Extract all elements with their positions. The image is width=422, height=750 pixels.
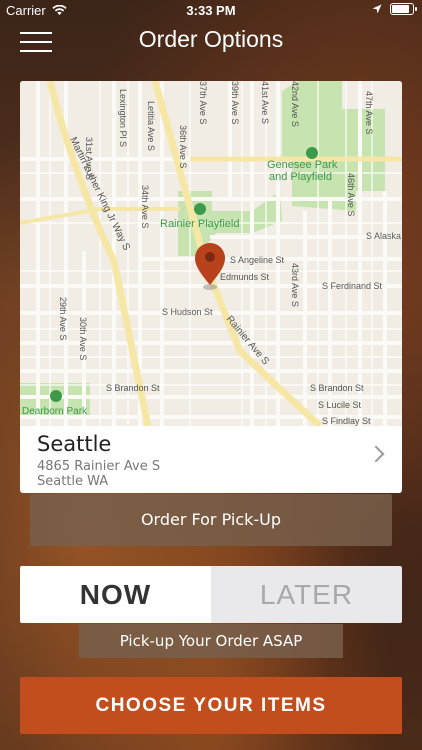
- map-label-lucile: S Lucile St: [318, 400, 362, 410]
- map-label-brandon-w: S Brandon St: [106, 383, 160, 393]
- page-title: Order Options: [138, 26, 284, 52]
- map-label-brandon-e: S Brandon St: [310, 383, 364, 393]
- map-label-43rd: 43rd Ave S: [290, 263, 300, 307]
- time-toggle: NOW LATER: [20, 566, 402, 623]
- map-label-genesee: Genesee Park: [267, 159, 338, 171]
- map-label-31st: 31st Ave S: [84, 137, 94, 180]
- chevron-right-icon[interactable]: [367, 445, 385, 463]
- map-label-rainier-playfield: Rainier Playfield: [160, 218, 239, 230]
- map-view[interactable]: Genesee Park and Playfield Rainier Playf…: [20, 81, 402, 426]
- map-label-37th: 37th Ave S: [198, 81, 208, 124]
- location-address-line2: Seattle WA: [37, 474, 109, 489]
- map-label-34th: 34th Ave S: [140, 185, 150, 228]
- asap-note: Pick-up Your Order ASAP: [79, 624, 343, 658]
- map-label-46th: 46th Ave S: [346, 173, 356, 216]
- order-type-button[interactable]: Order For Pick-Up: [30, 494, 392, 546]
- map-label-genesee2: and Playfield: [269, 171, 332, 183]
- location-city: Seattle: [37, 432, 112, 456]
- map-label-29th: 29th Ave S: [58, 297, 68, 340]
- map-label-lexington: Lexington Pl S: [118, 89, 128, 147]
- map-canvas: Genesee Park and Playfield Rainier Playf…: [20, 81, 402, 426]
- location-row[interactable]: Seattle 4865 Rainier Ave S Seattle WA: [20, 426, 402, 493]
- status-right-group: [372, 3, 417, 15]
- map-label-36th: 36th Ave S: [178, 125, 188, 168]
- map-label-dearborn: Dearborn Park: [22, 406, 88, 417]
- map-label-alaska: S Alaska: [366, 231, 401, 241]
- nav-bar: Order Options: [0, 22, 422, 62]
- toggle-later[interactable]: LATER: [211, 566, 402, 623]
- choose-items-button[interactable]: CHOOSE YOUR ITEMS: [20, 677, 402, 734]
- map-label-47th: 47th Ave S: [364, 91, 374, 134]
- map-label-41st: 41st Ave S: [260, 81, 270, 124]
- battery-icon: [390, 3, 417, 15]
- map-label-39th: 39th Ave S: [230, 81, 240, 124]
- map-label-findlay: S Findlay St: [322, 416, 371, 426]
- map-label-42nd: 42nd Ave S: [290, 81, 300, 127]
- map-label-ferdinand: S Ferdinand St: [322, 281, 383, 291]
- map-label-letitia: Letitia Ave S: [146, 101, 156, 151]
- map-label-edmunds: Edmunds St: [220, 272, 270, 282]
- battery-level: [392, 5, 410, 13]
- map-label-angeline: S Angeline St: [230, 255, 285, 265]
- location-arrow-icon: [372, 4, 382, 14]
- map-label-30th: 30th Ave S: [78, 317, 88, 360]
- location-card: Genesee Park and Playfield Rainier Playf…: [20, 81, 402, 493]
- map-label-hudson: S Hudson St: [162, 307, 213, 317]
- toggle-now[interactable]: NOW: [20, 566, 211, 623]
- location-address-line1: 4865 Rainier Ave S: [37, 459, 161, 474]
- status-bar: Carrier 3:33 PM: [0, 0, 422, 22]
- status-time: 3:33 PM: [186, 3, 236, 18]
